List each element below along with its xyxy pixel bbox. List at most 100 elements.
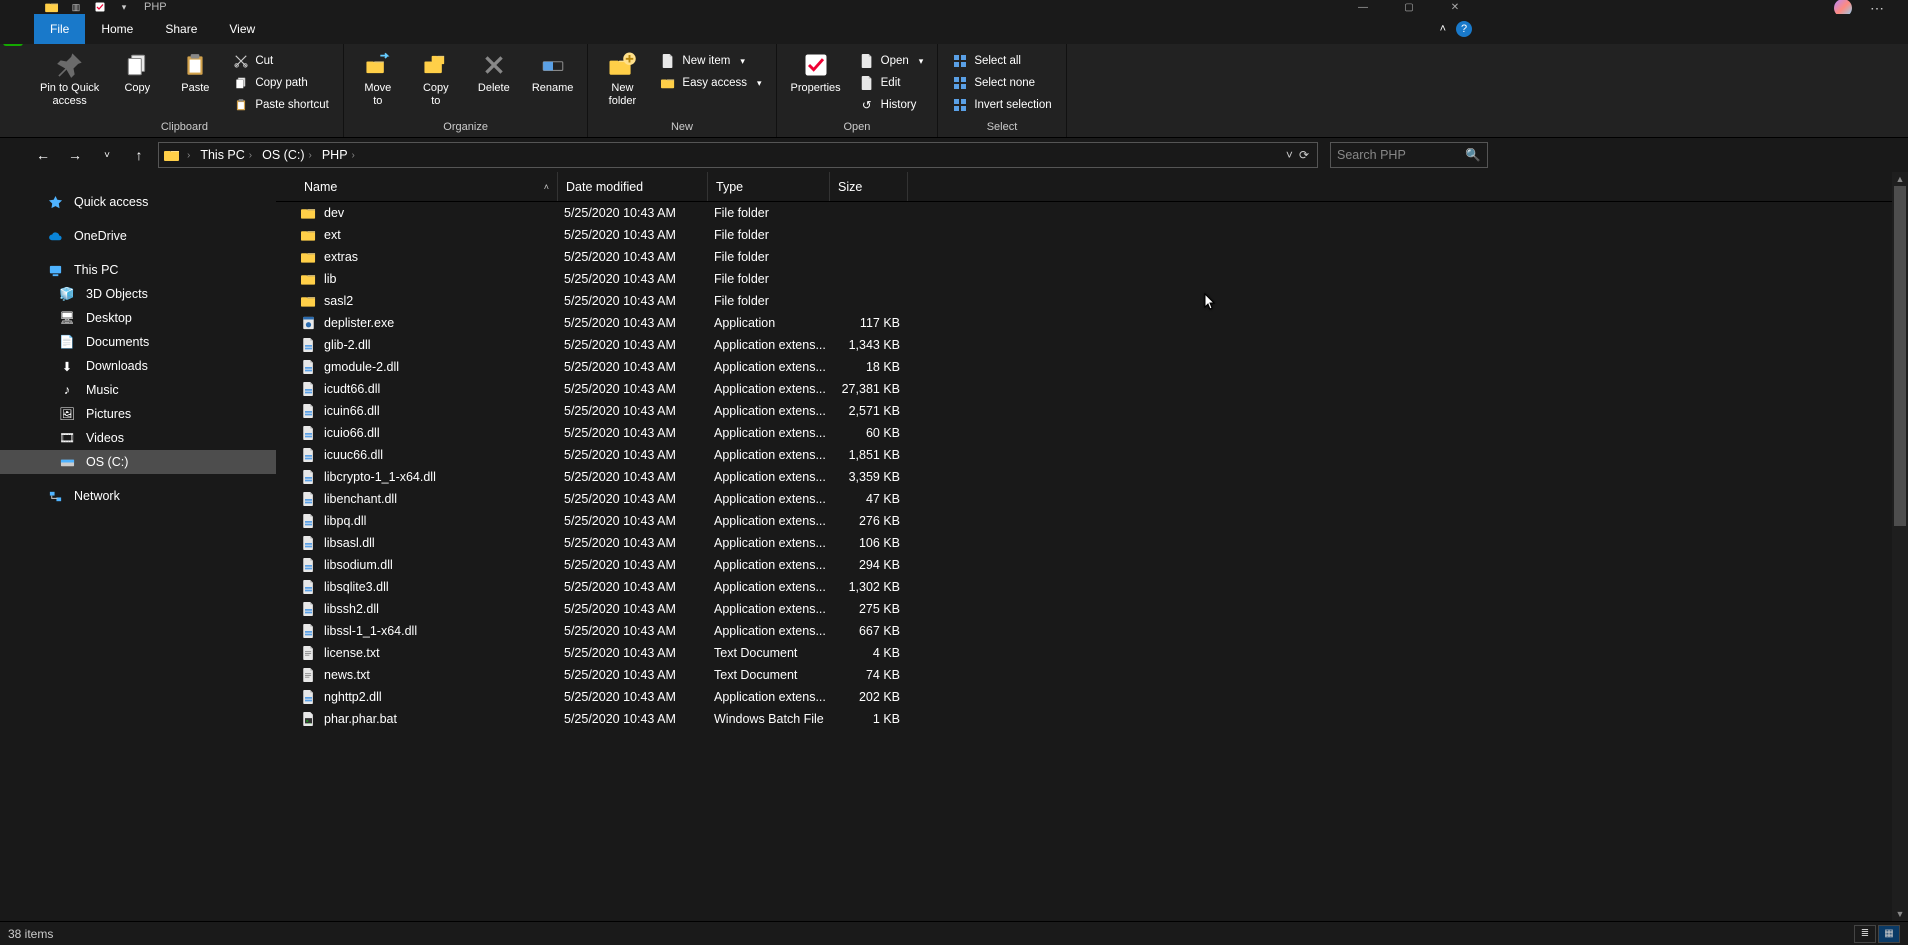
file-row[interactable]: lib5/25/2020 10:43 AMFile folder xyxy=(276,268,1908,290)
sidebar-documents[interactable]: 📄Documents xyxy=(0,330,276,354)
file-row[interactable]: libsqlite3.dll5/25/2020 10:43 AMApplicat… xyxy=(276,576,1908,598)
breadcrumb-os-c[interactable]: OS (C:)› xyxy=(258,148,316,162)
new-item-button[interactable]: New item▾ xyxy=(656,52,765,70)
sidebar-this-pc[interactable]: This PC xyxy=(0,258,276,282)
file-row[interactable]: ext5/25/2020 10:43 AMFile folder xyxy=(276,224,1908,246)
file-row[interactable]: sasl25/25/2020 10:43 AMFile folder xyxy=(276,290,1908,312)
column-type[interactable]: Type xyxy=(708,172,830,201)
copy-path-button[interactable]: Copy path xyxy=(229,74,333,92)
file-type: Application extens... xyxy=(708,624,830,638)
close-button[interactable]: ✕ xyxy=(1432,0,1478,14)
forward-button[interactable]: → xyxy=(62,142,88,168)
tab-view[interactable]: View xyxy=(213,14,271,44)
sidebar-3d-objects[interactable]: 🧊3D Objects xyxy=(0,282,276,306)
recent-dropdown-icon[interactable]: ˅ xyxy=(94,142,120,168)
rename-button[interactable]: Rename xyxy=(528,48,578,97)
search-input[interactable]: Search PHP 🔍 xyxy=(1330,142,1488,168)
file-size: 1 KB xyxy=(830,712,908,726)
tab-home[interactable]: Home xyxy=(85,14,149,44)
up-button[interactable]: ↑ xyxy=(126,142,152,168)
select-none-button[interactable]: Select none xyxy=(948,74,1055,92)
breadcrumb-chevron[interactable]: › xyxy=(183,150,194,161)
sidebar-network[interactable]: Network xyxy=(0,484,276,508)
file-row[interactable]: icudt66.dll5/25/2020 10:43 AMApplication… xyxy=(276,378,1908,400)
qat-dropdown-icon[interactable]: ▾ xyxy=(112,0,136,14)
tab-file[interactable]: File xyxy=(34,14,85,44)
column-name[interactable]: Name˄ xyxy=(296,172,558,201)
sidebar-onedrive[interactable]: OneDrive xyxy=(0,224,276,248)
minimize-button[interactable]: — xyxy=(1340,0,1386,14)
file-size: 667 KB xyxy=(830,624,908,638)
qat-icon[interactable]: ▥ xyxy=(64,0,88,14)
address-bar[interactable]: › This PC› OS (C:)› PHP› ˅ ⟳ xyxy=(158,142,1318,168)
edit-button[interactable]: Edit xyxy=(855,74,928,92)
tab-share[interactable]: Share xyxy=(149,14,213,44)
file-row[interactable]: gmodule-2.dll5/25/2020 10:43 AMApplicati… xyxy=(276,356,1908,378)
maximize-button[interactable]: ▢ xyxy=(1386,0,1432,14)
sidebar-pictures[interactable]: 🖼Pictures xyxy=(0,402,276,426)
file-name: icuio66.dll xyxy=(324,426,380,440)
refresh-icon[interactable]: ⟳ xyxy=(1299,148,1309,162)
file-row[interactable]: libssl-1_1-x64.dll5/25/2020 10:43 AMAppl… xyxy=(276,620,1908,642)
file-date: 5/25/2020 10:43 AM xyxy=(558,404,708,418)
view-icons-button[interactable]: ▦ xyxy=(1878,925,1900,943)
paste-shortcut-button[interactable]: Paste shortcut xyxy=(229,96,333,114)
sidebar-downloads[interactable]: ⬇Downloads xyxy=(0,354,276,378)
collapse-ribbon-icon[interactable]: ˄ xyxy=(1440,23,1446,35)
sidebar-os-c[interactable]: OS (C:) xyxy=(0,450,276,474)
copy-button[interactable]: Copy xyxy=(113,48,161,97)
address-dropdown-icon[interactable]: ˅ xyxy=(1286,148,1293,162)
file-row[interactable]: nghttp2.dll5/25/2020 10:43 AMApplication… xyxy=(276,686,1908,708)
file-row[interactable]: libsasl.dll5/25/2020 10:43 AMApplication… xyxy=(276,532,1908,554)
music-icon: ♪ xyxy=(58,382,76,398)
file-row[interactable]: libpq.dll5/25/2020 10:43 AMApplication e… xyxy=(276,510,1908,532)
view-details-button[interactable]: ≣ xyxy=(1854,925,1876,943)
new-folder-button[interactable]: New folder xyxy=(598,48,646,109)
cut-button[interactable]: Cut xyxy=(229,52,333,70)
qat-props-icon[interactable] xyxy=(88,0,112,14)
file-row[interactable]: icuin66.dll5/25/2020 10:43 AMApplication… xyxy=(276,400,1908,422)
file-row[interactable]: extras5/25/2020 10:43 AMFile folder xyxy=(276,246,1908,268)
help-icon[interactable]: ? xyxy=(1456,21,1472,37)
move-to-button[interactable]: Move to xyxy=(354,48,402,109)
easy-access-button[interactable]: Easy access▾ xyxy=(656,74,765,92)
copy-to-button[interactable]: Copy to xyxy=(412,48,460,109)
pin-quick-access-button[interactable]: Pin to Quick access xyxy=(36,48,103,109)
open-button[interactable]: Open▾ xyxy=(855,52,928,70)
invert-selection-button[interactable]: Invert selection xyxy=(948,96,1055,114)
file-row[interactable]: libssh2.dll5/25/2020 10:43 AMApplication… xyxy=(276,598,1908,620)
file-row[interactable]: icuuc66.dll5/25/2020 10:43 AMApplication… xyxy=(276,444,1908,466)
paste-button[interactable]: Paste xyxy=(171,48,219,97)
sidebar-videos[interactable]: 🎞Videos xyxy=(0,426,276,450)
scroll-up-icon[interactable]: ▲ xyxy=(1892,172,1908,186)
select-none-icon xyxy=(952,75,968,91)
sidebar-desktop[interactable]: 🖥Desktop xyxy=(0,306,276,330)
breadcrumb-php[interactable]: PHP› xyxy=(318,148,359,162)
file-row[interactable]: deplister.exe5/25/2020 10:43 AMApplicati… xyxy=(276,312,1908,334)
scroll-down-icon[interactable]: ▼ xyxy=(1892,907,1908,921)
sidebar-quick-access[interactable]: Quick access xyxy=(0,190,276,214)
file-row[interactable]: libenchant.dll5/25/2020 10:43 AMApplicat… xyxy=(276,488,1908,510)
column-date[interactable]: Date modified xyxy=(558,172,708,201)
file-row[interactable]: libcrypto-1_1-x64.dll5/25/2020 10:43 AMA… xyxy=(276,466,1908,488)
file-row[interactable]: glib-2.dll5/25/2020 10:43 AMApplication … xyxy=(276,334,1908,356)
file-row[interactable]: icuio66.dll5/25/2020 10:43 AMApplication… xyxy=(276,422,1908,444)
file-row[interactable]: libsodium.dll5/25/2020 10:43 AMApplicati… xyxy=(276,554,1908,576)
file-row[interactable]: license.txt5/25/2020 10:43 AMText Docume… xyxy=(276,642,1908,664)
file-row[interactable]: news.txt5/25/2020 10:43 AMText Document7… xyxy=(276,664,1908,686)
scroll-thumb[interactable] xyxy=(1894,186,1906,526)
file-row[interactable]: dev5/25/2020 10:43 AMFile folder xyxy=(276,202,1908,224)
history-button[interactable]: ↺History xyxy=(855,96,928,114)
file-list[interactable]: dev5/25/2020 10:43 AMFile folderext5/25/… xyxy=(276,202,1908,921)
back-button[interactable]: ← xyxy=(30,142,56,168)
properties-button[interactable]: Properties xyxy=(787,48,845,97)
sidebar-music[interactable]: ♪Music xyxy=(0,378,276,402)
qat-folder-icon[interactable] xyxy=(40,0,64,14)
select-all-button[interactable]: Select all xyxy=(948,52,1055,70)
breadcrumb-this-pc[interactable]: This PC› xyxy=(196,148,256,162)
column-size[interactable]: Size xyxy=(830,172,908,201)
file-row[interactable]: phar.phar.bat5/25/2020 10:43 AMWindows B… xyxy=(276,708,1908,730)
delete-button[interactable]: Delete xyxy=(470,48,518,97)
dll-icon xyxy=(300,338,316,352)
scrollbar[interactable]: ▲ ▼ xyxy=(1892,172,1908,921)
